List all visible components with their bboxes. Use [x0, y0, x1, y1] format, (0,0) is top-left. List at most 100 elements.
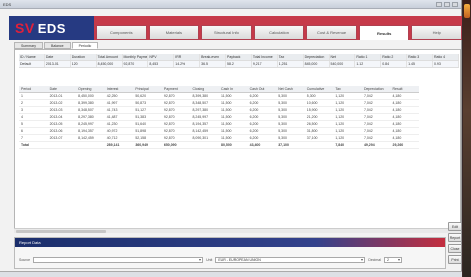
summary-column-header[interactable]: Monthly Payment	[123, 54, 149, 60]
scrollbar-thumb[interactable]	[16, 230, 106, 233]
periodic-grid[interactable]: Period Date Opening Interest Principal Paymen…	[19, 86, 419, 149]
summary-column-header[interactable]: Total Amount	[97, 54, 123, 60]
periodic-table-cell: 2013-03	[49, 108, 63, 112]
source-select[interactable]	[33, 256, 204, 263]
summary-column-header[interactable]: IRR	[174, 54, 201, 60]
periodic-table-row[interactable]: 2 2013-02 8,399,380 41,997 50,873 92,870 8,348…	[19, 100, 419, 107]
decimal-select[interactable]: 2	[383, 256, 402, 263]
summary-column-header[interactable]: Ratio 4	[433, 54, 459, 60]
summary-column-header[interactable]: Ratio 2	[381, 54, 408, 60]
periodic-column-header[interactable]: Result	[391, 86, 420, 92]
periodic-table-cell: 6,200	[249, 108, 259, 112]
periodic-table-cell: 41,743	[106, 108, 118, 112]
periodic-table-cell: 37,100	[278, 143, 289, 147]
periodic-table-cell: 8,245,997	[192, 115, 209, 119]
tab-materials[interactable]: Materials	[148, 25, 200, 40]
tab-structural-info[interactable]: Structural Info	[201, 25, 252, 40]
summary-column-header[interactable]: Net	[330, 54, 356, 60]
periodic-table-cell: 8,399,380	[192, 94, 209, 98]
periodic-table-cell: 51,383	[135, 115, 147, 119]
periodic-table-cell: 6,200	[249, 122, 259, 126]
periodic-table-row[interactable]: 4 2013-04 8,297,380 41,487 51,383 92,870 8,245…	[19, 114, 419, 121]
minimize-button[interactable]	[436, 1, 442, 7]
close-button[interactable]	[452, 1, 458, 7]
summary-column-header[interactable]: Date	[45, 54, 71, 60]
periodic-table-cell	[305, 142, 334, 148]
periodic-table-cell: 10,600	[306, 101, 318, 105]
periodic-table-cell	[48, 142, 77, 148]
periodic-table-cell: 5,300	[278, 101, 287, 105]
periodic-column-header[interactable]: Tax	[333, 86, 362, 92]
decimal-label: Decimal	[368, 257, 381, 262]
summary-column-header[interactable]: Payback	[226, 54, 252, 60]
summary-column-header[interactable]: Ratio 3	[407, 54, 433, 60]
main-nav: Components Materials Structural Info Cal…	[94, 16, 463, 40]
summary-table-cell: 2013-01	[45, 61, 71, 67]
periodic-table-cell: 7,042	[363, 129, 373, 133]
periodic-column-header[interactable]: Principal	[133, 86, 162, 92]
periodic-column-header[interactable]: Closing	[190, 86, 219, 92]
close-view-button[interactable]: Close	[448, 244, 462, 253]
app-banner: SV EDS Components Materials Structural I…	[9, 16, 463, 40]
periodic-column-header[interactable]: Opening	[76, 86, 105, 92]
periodic-table-cell: 2013-02	[49, 101, 63, 105]
periodic-table-cell: 11,500	[221, 136, 232, 140]
periodic-column-header[interactable]: Cash In	[219, 86, 248, 92]
periodic-table-cell: 43,400	[249, 143, 261, 147]
periodic-column-header[interactable]: Cash Out	[248, 86, 277, 92]
summary-column-header[interactable]: Depreciation	[304, 54, 330, 60]
summary-column-header[interactable]: Ratio 1	[355, 54, 382, 60]
periodic-column-header[interactable]: Period	[19, 86, 48, 92]
summary-header-row: ID / Name Date Duration Total Amount Monthly…	[19, 54, 459, 61]
summary-table-row[interactable]: Default 2013-01 120 8,450,000 92,870 8,453 14.…	[19, 61, 459, 68]
periodic-table-cell: 8,450,000	[78, 94, 94, 98]
tab-cost-revenue[interactable]: Cost & Revenue	[306, 25, 357, 40]
unit-select[interactable]: EUR - EUROPEAN UNION	[215, 256, 366, 263]
periodic-table-cell: 5,300	[278, 122, 287, 126]
report-button[interactable]: Report	[448, 233, 462, 242]
summary-column-header[interactable]: Break-even	[200, 54, 226, 60]
periodic-column-header[interactable]: Date	[48, 86, 77, 92]
tab-results[interactable]: Results	[358, 25, 410, 40]
summary-table-cell: 1,251	[278, 61, 304, 67]
summary-grid[interactable]: ID / Name Date Duration Total Amount Monthly…	[19, 54, 459, 68]
periodic-table-row[interactable]: Total 289,141 360,949 650,090 80,500 43,400 37…	[19, 142, 419, 149]
periodic-table-cell: 7,042	[363, 115, 373, 119]
periodic-table-row[interactable]: 3 2013-03 8,348,507 41,743 51,127 92,870 8,297…	[19, 107, 419, 114]
summary-column-header[interactable]: Duration	[71, 54, 97, 60]
summary-column-header[interactable]: ID / Name	[19, 54, 45, 60]
tab-calculation[interactable]: Calculation	[253, 25, 305, 40]
periodic-table-row[interactable]: 5 2013-05 8,245,997 41,230 51,640 92,870 8,194…	[19, 121, 419, 128]
tab-components[interactable]: Components	[96, 25, 147, 40]
tab-help[interactable]: Help	[411, 25, 463, 40]
periodic-column-header[interactable]: Depreciation	[362, 86, 391, 92]
edit-button[interactable]: Edit	[448, 222, 462, 231]
periodic-column-header[interactable]: Interest	[105, 86, 134, 92]
periodic-table-cell: 1,120	[335, 101, 345, 105]
periodic-column-header[interactable]: Cumulative	[305, 86, 334, 92]
horizontal-scrollbar[interactable]	[14, 228, 461, 233]
periodic-table-cell: 8,348,507	[78, 108, 94, 112]
print-button[interactable]: Print	[448, 255, 462, 264]
periodic-table-cell: 51,898	[135, 129, 147, 133]
results-panel: ID / Name Date Duration Total Amount Monthly…	[14, 49, 461, 229]
periodic-table-cell: 1,120	[335, 136, 345, 140]
maximize-button[interactable]	[444, 1, 450, 7]
periodic-table-row[interactable]: 7 2013-07 8,142,459 40,712 52,158 92,870 8,090…	[19, 135, 419, 142]
subtab-summary[interactable]: Summary	[14, 42, 43, 49]
subtab-balance[interactable]: Balance	[43, 42, 71, 49]
periodic-column-header[interactable]: Net Cash	[276, 86, 305, 92]
subtab-periodic[interactable]: Periodic	[71, 42, 99, 49]
periodic-table-row[interactable]: 6 2013-06 8,194,357 40,972 51,898 92,870 8,142…	[19, 128, 419, 135]
summary-column-header[interactable]: Total Income	[252, 54, 278, 60]
summary-column-header[interactable]: Tax	[278, 54, 304, 60]
periodic-table-cell: 51,640	[135, 122, 147, 126]
periodic-table-cell: 4,180	[392, 101, 402, 105]
periodic-table-cell: 80,500	[221, 143, 232, 147]
periodic-table-cell: 15,900	[306, 108, 318, 112]
summary-column-header[interactable]: NPV	[148, 54, 175, 60]
background-light	[464, 4, 470, 18]
periodic-table-cell: 50,873	[135, 101, 147, 105]
periodic-table-row[interactable]: 1 2013-01 8,450,000 42,250 50,620 92,870 8,399…	[19, 93, 419, 100]
periodic-column-header[interactable]: Payment	[162, 86, 191, 92]
